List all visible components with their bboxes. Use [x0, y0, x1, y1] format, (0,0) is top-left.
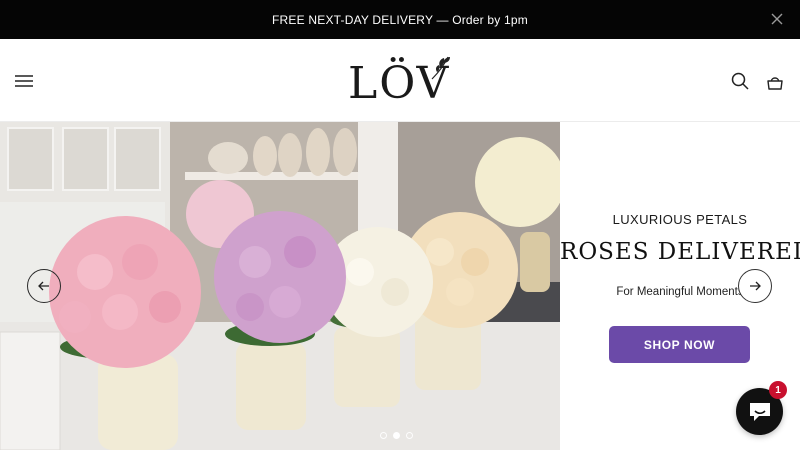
- announcement-text: FREE NEXT-DAY DELIVERY — Order by 1pm: [272, 12, 528, 27]
- site-header: LÖV: [0, 39, 800, 122]
- slide-dot-3[interactable]: [406, 432, 413, 439]
- slide-dot-1[interactable]: [380, 432, 387, 439]
- search-icon[interactable]: [731, 72, 749, 90]
- roses-photo-illustration: [0, 122, 560, 450]
- slide-prev-button[interactable]: [27, 269, 61, 303]
- slide-dot-2[interactable]: [393, 432, 400, 439]
- hero-slideshow: LUXURIOUS PETALS ROSES DELIVERED For Mea…: [0, 122, 800, 450]
- close-icon[interactable]: [770, 12, 784, 26]
- hero-eyebrow: LUXURIOUS PETALS: [612, 212, 748, 227]
- chat-notification-badge: 1: [769, 381, 787, 399]
- shop-now-button[interactable]: SHOP NOW: [609, 326, 750, 363]
- hero-image-roses: [0, 122, 560, 450]
- arrow-right-icon: [750, 281, 761, 291]
- slide-next-button[interactable]: [738, 269, 772, 303]
- arrow-left-icon: [38, 281, 49, 291]
- chat-bubble-icon: [749, 402, 770, 421]
- leaf-icon: [431, 56, 450, 80]
- slide-dots: [380, 432, 424, 442]
- site-logo[interactable]: LÖV: [348, 53, 452, 111]
- announcement-bar: FREE NEXT-DAY DELIVERY — Order by 1pm: [0, 0, 800, 39]
- hamburger-menu-icon[interactable]: [14, 73, 34, 89]
- cart-icon[interactable]: [766, 73, 784, 91]
- hero-headline: ROSES DELIVERED: [560, 239, 800, 265]
